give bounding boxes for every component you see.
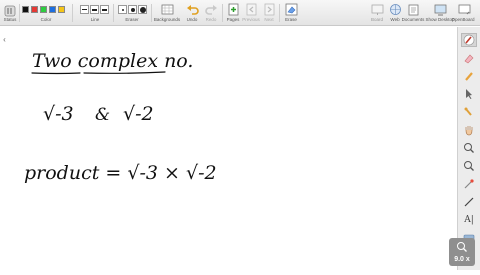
color-swatch-green[interactable] — [40, 6, 47, 13]
tool-panel: A| — [457, 27, 480, 270]
handwritten-ampersand: & — [95, 105, 110, 125]
board-label: Board — [370, 17, 384, 22]
web-icon[interactable] — [389, 3, 402, 16]
magnifier-icon — [457, 242, 467, 252]
handwriting-layer: Two complex no. √-3 & √-2 product = √-3 … — [24, 50, 217, 184]
play-tool-icon[interactable] — [461, 105, 477, 119]
separator — [113, 4, 114, 22]
show-desktop-icon[interactable] — [434, 3, 447, 16]
redo-icon[interactable] — [205, 3, 218, 16]
backgrounds-label: Backgrounds — [153, 17, 181, 22]
line-tool-icon[interactable] — [461, 195, 477, 209]
previous-page-icon[interactable] — [245, 3, 258, 16]
eraser-medium-button[interactable] — [128, 5, 137, 14]
zoom-indicator[interactable]: 9.0 x — [449, 238, 475, 266]
separator — [72, 4, 73, 22]
handwritten-sqrt-minus-2: √-2 — [123, 103, 154, 125]
line-thin-button[interactable] — [80, 5, 89, 14]
selector-tool-icon[interactable] — [461, 87, 477, 101]
hand-tool-icon[interactable] — [461, 123, 477, 137]
text-tool-icon[interactable]: A| — [461, 213, 477, 227]
color-label: Color — [40, 17, 52, 22]
eraser-small-button[interactable] — [118, 5, 127, 14]
eraser-label: Eraser — [125, 17, 139, 22]
color-swatch-red[interactable] — [31, 6, 38, 13]
color-swatch-blue[interactable] — [49, 6, 56, 13]
openboard-icon[interactable] — [458, 3, 471, 16]
handwritten-line-1: Two complex no. — [32, 50, 193, 72]
openboard-label: OpenBoard — [451, 17, 475, 22]
previous-label: Previous — [242, 17, 260, 22]
show-desktop-label: Show Desktop — [425, 17, 455, 22]
laser-pointer-tool-icon[interactable] — [461, 177, 477, 191]
whiteboard-canvas[interactable]: Two complex no. √-3 & √-2 product = √-3 … — [10, 27, 456, 270]
documents-label: Documents — [401, 17, 425, 22]
documents-icon[interactable] — [407, 3, 420, 16]
redo-label: Redo — [205, 17, 217, 22]
next-page-icon[interactable] — [263, 3, 276, 16]
add-page-icon[interactable] — [227, 3, 240, 16]
handwritten-product-line: product = √-3 × √-2 — [24, 162, 217, 184]
status-icon[interactable] — [4, 4, 16, 17]
separator — [279, 4, 280, 22]
backgrounds-icon[interactable] — [161, 3, 174, 16]
color-swatch-yellow[interactable] — [58, 6, 65, 13]
handwritten-sqrt-minus-3: √-3 — [43, 103, 74, 125]
zoom-in-tool-icon[interactable] — [461, 141, 477, 155]
line-label: Line — [90, 17, 100, 22]
page-handle-icon[interactable]: ‹ — [0, 32, 9, 46]
board-icon[interactable] — [371, 3, 384, 16]
separator — [19, 4, 20, 22]
pen-tool-icon[interactable] — [461, 33, 477, 47]
eraser-tool-icon[interactable] — [461, 51, 477, 65]
line-thick-button[interactable] — [100, 5, 109, 14]
pages-label: Pages — [226, 17, 240, 22]
erase-label: Erase — [285, 17, 297, 22]
undo-icon[interactable] — [186, 3, 199, 16]
marker-tool-icon[interactable] — [461, 69, 477, 83]
web-label: Web — [390, 17, 400, 22]
eraser-large-button[interactable] — [138, 5, 147, 14]
status-label: Status — [3, 17, 17, 22]
zoom-value: 9.0 x — [454, 256, 470, 263]
erase-icon[interactable] — [285, 3, 298, 16]
next-label: Next — [264, 17, 274, 22]
main-toolbar: Status Color Line Eraser Backgrounds Und… — [0, 0, 480, 26]
zoom-out-tool-icon[interactable] — [461, 159, 477, 173]
separator — [222, 4, 223, 22]
undo-label: Undo — [186, 17, 198, 22]
color-swatch-black[interactable] — [22, 6, 29, 13]
separator — [151, 4, 152, 22]
line-medium-button[interactable] — [90, 5, 99, 14]
